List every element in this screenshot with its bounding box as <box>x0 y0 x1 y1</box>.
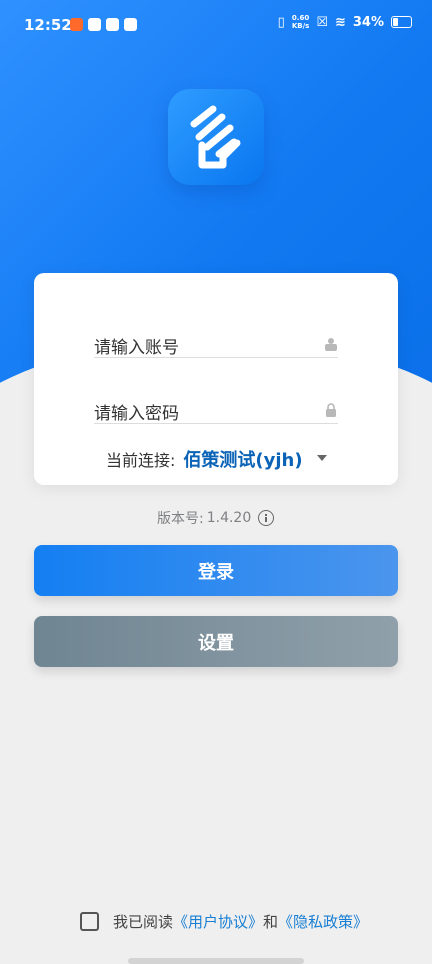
status-bar: 12:52 ▯ 0.60 KB/s ☒ ≋ 34% <box>0 0 432 48</box>
battery-icon <box>391 16 412 28</box>
settings-button[interactable]: 设置 <box>34 616 398 667</box>
password-input[interactable]: 请输入密码 <box>94 399 179 424</box>
system-status: ▯ 0.60 KB/s ☒ ≋ 34% <box>278 14 412 30</box>
lock-icon <box>326 403 336 417</box>
home-indicator <box>128 958 304 964</box>
notification-icons <box>70 18 137 31</box>
notification-box-icon <box>88 18 101 31</box>
notification-app-icon <box>70 18 83 31</box>
battery-percentage: 34% <box>352 14 384 30</box>
user-agreement-link[interactable]: 《用户协议》 <box>173 911 263 932</box>
password-field[interactable]: 请输入密码 <box>94 357 338 424</box>
privacy-policy-link[interactable]: 《隐私政策》 <box>278 911 368 932</box>
status-time: 12:52 <box>24 16 72 34</box>
version-info: 版本号: 1.4.20 <box>157 508 275 528</box>
wifi-icon: ≋ <box>334 14 346 30</box>
user-icon <box>325 338 337 351</box>
network-speed: 0.60 KB/s <box>291 14 310 30</box>
account-field[interactable]: 请输入账号 <box>94 291 338 358</box>
agreement-row: 我已阅读 《用户协议》 和 《隐私政策》 <box>80 909 368 933</box>
account-input[interactable]: 请输入账号 <box>94 333 179 358</box>
network-x-icon: ☒ <box>316 14 328 30</box>
notification-leaf-icon <box>106 18 119 31</box>
login-button[interactable]: 登录 <box>34 545 398 596</box>
notification-flower-icon <box>124 18 137 31</box>
hand-icon <box>190 105 241 169</box>
login-card: 请输入账号 请输入密码 当前连接: 佰策测试(yjh) <box>34 273 398 485</box>
connection-selector[interactable]: 当前连接: 佰策测试(yjh) <box>106 445 356 473</box>
agreement-and: 和 <box>263 912 279 931</box>
vibrate-icon: ▯ <box>277 14 285 30</box>
connection-label: 当前连接: <box>106 451 176 470</box>
connection-value[interactable]: 佰策测试(yjh) <box>183 446 302 472</box>
agreement-prefix: 我已阅读 <box>113 912 174 931</box>
info-icon[interactable] <box>258 510 275 526</box>
version-value: 1.4.20 <box>206 510 252 526</box>
dropdown-arrow-icon[interactable] <box>316 454 327 461</box>
app-logo <box>168 89 264 185</box>
agreement-checkbox[interactable] <box>80 911 99 931</box>
version-label: 版本号: <box>157 511 204 527</box>
